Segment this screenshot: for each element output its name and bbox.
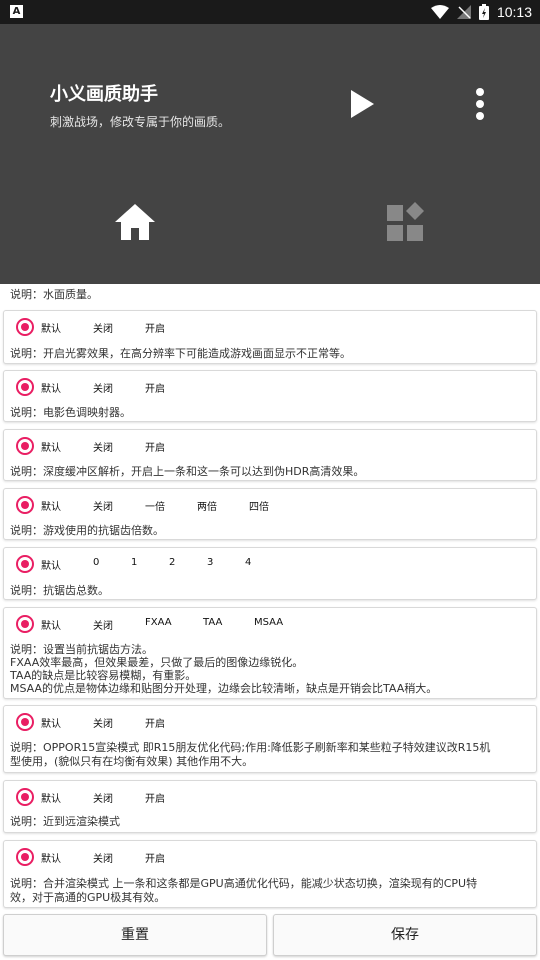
option-0[interactable]: 0 xyxy=(93,557,99,568)
option-default[interactable]: 默认 xyxy=(41,439,61,454)
battery-charging-icon xyxy=(478,4,489,20)
option-4[interactable]: 4 xyxy=(245,557,251,568)
setting-card-near-to-far: 默认 关闭 开启 说明：近到远渲染模式 xyxy=(3,780,537,833)
card-description-line: 说明：合并渲染模式 上一条和这条都是GPU高通优化代码，能减少状态切换，渲染现有… xyxy=(10,877,478,890)
partial-card-description: 说明：水面质量。 xyxy=(10,288,98,301)
option-1[interactable]: 1 xyxy=(131,557,137,568)
card-description: 说明：近到远渲染模式 xyxy=(10,815,120,828)
option-off[interactable]: 关闭 xyxy=(93,439,113,454)
option-default[interactable]: 默认 xyxy=(41,320,61,335)
home-nav-button[interactable] xyxy=(110,200,160,246)
setting-card-aa-method: 默认 关闭 FXAA TAA MSAA 说明：设置当前抗锯齿方法。 FXAA效率… xyxy=(3,607,537,699)
option-group[interactable]: 默认 关闭 开启 xyxy=(4,841,536,871)
option-off[interactable]: 关闭 xyxy=(93,320,113,335)
option-1x[interactable]: 一倍 xyxy=(145,498,165,513)
option-taa[interactable]: TAA xyxy=(203,617,222,628)
setting-card-aa-total: 默认 0 1 2 3 4 说明：抗锯齿总数。 xyxy=(3,547,537,600)
setting-card-aa-multiplier: 默认 关闭 一倍 两倍 四倍 说明：游戏使用的抗锯齿倍数。 xyxy=(3,488,537,540)
option-on[interactable]: 开启 xyxy=(145,715,165,730)
card-description: 说明：深度缓冲区解析，开启上一条和这一条可以达到伪HDR高清效果。 xyxy=(10,465,365,478)
radio-selected[interactable] xyxy=(16,788,34,806)
option-default[interactable]: 默认 xyxy=(41,715,61,730)
status-time: 10:13 xyxy=(496,4,532,20)
option-group[interactable]: 默认 关闭 开启 xyxy=(4,781,536,811)
card-description: 说明：电影色调映射器。 xyxy=(10,406,131,419)
card-description-line: MSAA的优点是物体边缘和贴图分开处理，边缘会比较清晰，缺点是开销会比TAA稍大… xyxy=(10,682,438,695)
wifi-icon xyxy=(430,5,449,19)
radio-selected[interactable] xyxy=(16,318,34,336)
option-on[interactable]: 开启 xyxy=(145,850,165,865)
card-description-line: 型使用，(貌似只有在均衡有效果) 其他作用不大。 xyxy=(10,755,254,768)
option-group[interactable]: 默认 0 1 2 3 4 xyxy=(4,548,536,578)
option-default[interactable]: 默认 xyxy=(41,790,61,805)
option-default[interactable]: 默认 xyxy=(41,380,61,395)
no-signal-icon xyxy=(456,5,471,19)
option-group[interactable]: 默认 关闭 开启 xyxy=(4,371,536,401)
option-4x[interactable]: 四倍 xyxy=(249,498,269,513)
app-subtitle: 刺激战场，修改专属于你的画质。 xyxy=(50,115,231,129)
radio-selected[interactable] xyxy=(16,555,34,573)
apps-nav-button[interactable] xyxy=(380,200,430,246)
setting-card-oppo-r15: 默认 关闭 开启 说明：OPPOR15宣染模式 即R15朋友优化代码;作用:降低… xyxy=(3,705,537,773)
card-description-line: 说明：设置当前抗锯齿方法。 xyxy=(10,643,153,656)
option-off[interactable]: 关闭 xyxy=(93,380,113,395)
option-on[interactable]: 开启 xyxy=(145,320,165,335)
more-vert-icon xyxy=(476,88,484,120)
option-2x[interactable]: 两倍 xyxy=(197,498,217,513)
option-2[interactable]: 2 xyxy=(169,557,175,568)
home-icon xyxy=(115,204,155,240)
option-group[interactable]: 默认 关闭 FXAA TAA MSAA xyxy=(4,608,536,638)
option-off[interactable]: 关闭 xyxy=(93,498,113,513)
option-group[interactable]: 默认 关闭 开启 xyxy=(4,311,536,341)
play-icon xyxy=(351,90,374,118)
radio-selected[interactable] xyxy=(16,615,34,633)
option-on[interactable]: 开启 xyxy=(145,790,165,805)
card-description-line: 说明：OPPOR15宣染模式 即R15朋友优化代码;作用:降低影子刷新率和某些粒… xyxy=(10,741,491,754)
option-group[interactable]: 默认 关闭 开启 xyxy=(4,430,536,460)
play-button[interactable] xyxy=(340,84,384,124)
option-on[interactable]: 开启 xyxy=(145,380,165,395)
app-title: 小义画质助手 xyxy=(50,84,158,105)
option-default[interactable]: 默认 xyxy=(41,498,61,513)
setting-card-depth-resolve: 默认 关闭 开启 说明：深度缓冲区解析，开启上一条和这一条可以达到伪HDR高清效… xyxy=(3,429,537,481)
apps-icon xyxy=(387,202,424,241)
status-icons: 10:13 xyxy=(430,2,532,22)
option-msaa[interactable]: MSAA xyxy=(254,617,283,628)
option-off[interactable]: 关闭 xyxy=(93,850,113,865)
settings-list[interactable]: 说明：水面质量。 默认 关闭 开启 说明：开启光雾效果，在高分辨率下可能造成游戏… xyxy=(0,284,540,910)
radio-selected[interactable] xyxy=(16,496,34,514)
option-group[interactable]: 默认 关闭 开启 xyxy=(4,706,536,736)
card-description: 说明：抗锯齿总数。 xyxy=(10,584,109,597)
option-off[interactable]: 关闭 xyxy=(93,715,113,730)
option-group[interactable]: 默认 关闭 一倍 两倍 四倍 xyxy=(4,489,536,519)
option-on[interactable]: 开启 xyxy=(145,439,165,454)
radio-selected[interactable] xyxy=(16,848,34,866)
setting-card-tonemapper: 默认 关闭 开启 说明：电影色调映射器。 xyxy=(3,370,537,422)
option-3[interactable]: 3 xyxy=(207,557,213,568)
option-off[interactable]: 关闭 xyxy=(93,790,113,805)
save-button[interactable]: 保存 xyxy=(273,914,537,956)
action-bar: 重置 保存 xyxy=(0,910,540,960)
option-fxaa[interactable]: FXAA xyxy=(145,617,172,628)
card-description: 说明：开启光雾效果，在高分辨率下可能造成游戏画面显示不正常等。 xyxy=(10,347,351,360)
option-default[interactable]: 默认 xyxy=(41,617,61,632)
radio-selected[interactable] xyxy=(16,437,34,455)
app-header: 小义画质助手 刺激战场，修改专属于你的画质。 xyxy=(0,24,540,284)
more-options-button[interactable] xyxy=(466,82,494,126)
setting-card-fog: 默认 关闭 开启 说明：开启光雾效果，在高分辨率下可能造成游戏画面显示不正常等。 xyxy=(3,310,537,364)
reset-button[interactable]: 重置 xyxy=(3,914,267,956)
notification-icon: A xyxy=(10,5,23,18)
radio-selected[interactable] xyxy=(16,713,34,731)
status-bar: A 10:13 xyxy=(0,0,540,24)
card-description-line: TAA的缺点是比较容易模糊，有重影。 xyxy=(10,669,197,682)
radio-selected[interactable] xyxy=(16,378,34,396)
setting-card-merge-render: 默认 关闭 开启 说明：合并渲染模式 上一条和这条都是GPU高通优化代码，能减少… xyxy=(3,840,537,908)
card-description-line: FXAA效率最高，但效果最差，只做了最后的图像边缘锐化。 xyxy=(10,656,304,669)
option-default[interactable]: 默认 xyxy=(41,557,61,572)
card-description: 说明：游戏使用的抗锯齿倍数。 xyxy=(10,524,164,537)
option-default[interactable]: 默认 xyxy=(41,850,61,865)
card-description-line: 效，对于高通的GPU极其有效。 xyxy=(10,891,166,904)
option-off[interactable]: 关闭 xyxy=(93,617,113,632)
